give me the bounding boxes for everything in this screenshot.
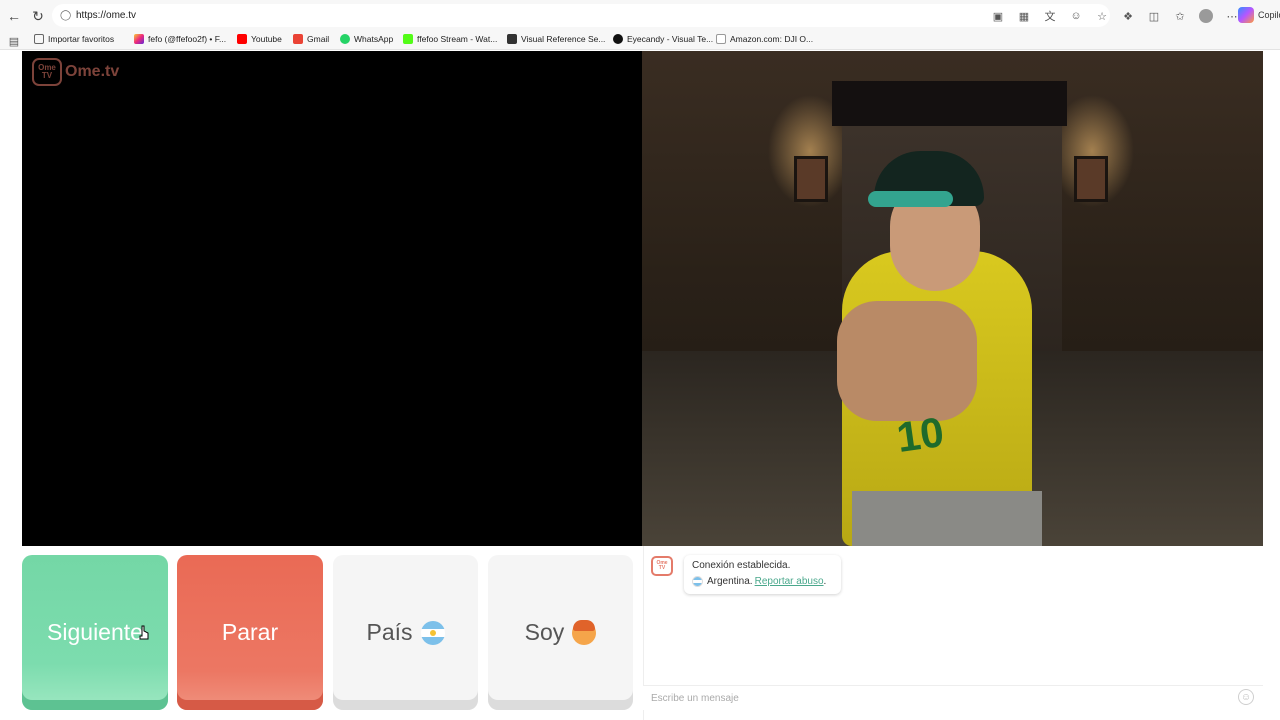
wall-frame-left bbox=[794, 156, 828, 202]
amazon-icon bbox=[716, 34, 726, 44]
folder-icon bbox=[34, 34, 44, 44]
extensions-icon[interactable]: ❖ bbox=[1120, 8, 1136, 24]
copilot-label: Copilo bbox=[1258, 10, 1280, 20]
person-cap-brim bbox=[868, 191, 953, 207]
translate-icon[interactable]: 文 bbox=[1042, 8, 1058, 24]
gmail-icon bbox=[293, 34, 303, 44]
bookmark-amazon[interactable]: Amazon.com: DJI O... bbox=[716, 34, 813, 44]
argentina-flag-icon bbox=[420, 620, 445, 645]
bookmarks-bar: ▤ Importar favoritos fefo (@ffefoo2f) • … bbox=[0, 31, 1280, 50]
tab-actions-icon[interactable]: ▤ bbox=[6, 33, 22, 49]
lock-icon: ◯ bbox=[60, 10, 72, 21]
next-label: Siguiente bbox=[47, 619, 143, 645]
bookmark-instagram[interactable]: fefo (@ffefoo2f) • F... bbox=[134, 34, 226, 44]
message-input[interactable] bbox=[643, 685, 1263, 710]
url-text: https://ome.tv bbox=[76, 10, 137, 21]
browser-actions: ▣ ▦ 文 ☺ ☆ ❖ ◫ ✩ ⋯ bbox=[990, 6, 1240, 26]
copilot-button[interactable]: Copilo bbox=[1238, 7, 1280, 23]
country-label: País bbox=[366, 619, 413, 645]
eyecandy-icon bbox=[613, 34, 623, 44]
bookmark-youtube[interactable]: Youtube bbox=[237, 34, 282, 44]
split-screen-icon[interactable]: ◫ bbox=[1146, 8, 1162, 24]
instagram-icon bbox=[134, 34, 144, 44]
report-abuse-link[interactable]: Reportar abuso bbox=[755, 576, 824, 587]
apps-icon[interactable]: ▦ bbox=[1016, 8, 1032, 24]
visual-reference-icon bbox=[507, 34, 517, 44]
boy-emoji-icon bbox=[572, 619, 597, 645]
gender-button[interactable]: Soy bbox=[488, 555, 633, 710]
wall-frame-right bbox=[1074, 156, 1108, 202]
stop-button[interactable]: Parar bbox=[177, 555, 323, 710]
bookmark-gmail[interactable]: Gmail bbox=[293, 34, 329, 44]
country-button[interactable]: País bbox=[333, 555, 478, 710]
star-icon[interactable]: ☆ bbox=[1094, 8, 1110, 24]
ometv-avatar-icon: Ome TV bbox=[651, 556, 673, 576]
ometv-logo[interactable]: Ome TV Ome.tv bbox=[32, 58, 119, 86]
wall-panel bbox=[832, 81, 1067, 126]
bookmark-import[interactable]: Importar favoritos bbox=[34, 34, 114, 44]
emoji-picker-icon[interactable]: ☺ bbox=[1238, 689, 1254, 705]
video-icon[interactable]: ▣ bbox=[990, 8, 1006, 24]
system-message: Conexión establecida. Argentina. Reporta… bbox=[684, 555, 841, 594]
report-suffix: . bbox=[823, 576, 827, 587]
tv-icon: Ome TV bbox=[32, 58, 62, 86]
bookmark-visual-reference[interactable]: Visual Reference Se... bbox=[507, 34, 605, 44]
connection-status: Conexión establecida. bbox=[692, 560, 791, 571]
whatsapp-icon bbox=[340, 34, 350, 44]
remote-video: 10 bbox=[642, 51, 1263, 546]
logo-text: Ome.tv bbox=[65, 63, 120, 80]
address-bar[interactable]: ◯ https://ome.tv bbox=[52, 4, 1110, 27]
bookmark-whatsapp[interactable]: WhatsApp bbox=[340, 34, 393, 44]
stop-label: Parar bbox=[221, 619, 279, 645]
kick-icon bbox=[403, 34, 413, 44]
favorites-icon[interactable]: ✩ bbox=[1172, 8, 1188, 24]
bookmark-eyecandy[interactable]: Eyecandy - Visual Te... bbox=[613, 34, 713, 44]
jersey-number: 10 bbox=[893, 407, 947, 462]
browser-toolbar: ← ↻ ◯ https://ome.tv ▣ ▦ 文 ☺ ☆ ❖ ◫ ✩ ⋯ C… bbox=[0, 0, 1280, 31]
bookmark-kick[interactable]: ffefoo Stream - Wat... bbox=[403, 34, 497, 44]
mouse-cursor-icon bbox=[139, 625, 149, 640]
youtube-icon bbox=[237, 34, 247, 44]
person-shorts bbox=[852, 491, 1042, 546]
local-video bbox=[22, 51, 642, 546]
profile-icon[interactable] bbox=[1198, 8, 1214, 24]
back-icon[interactable]: ← bbox=[2, 4, 26, 28]
gender-label: Soy bbox=[524, 619, 565, 645]
video-stage: 10 bbox=[22, 51, 1263, 546]
partner-country: Argentina. bbox=[707, 576, 753, 587]
argentina-flag-icon bbox=[692, 576, 703, 587]
copilot-icon bbox=[1238, 7, 1254, 23]
person-hands bbox=[837, 301, 977, 421]
emoji-icon[interactable]: ☺ bbox=[1068, 8, 1084, 24]
refresh-icon[interactable]: ↻ bbox=[26, 4, 50, 28]
